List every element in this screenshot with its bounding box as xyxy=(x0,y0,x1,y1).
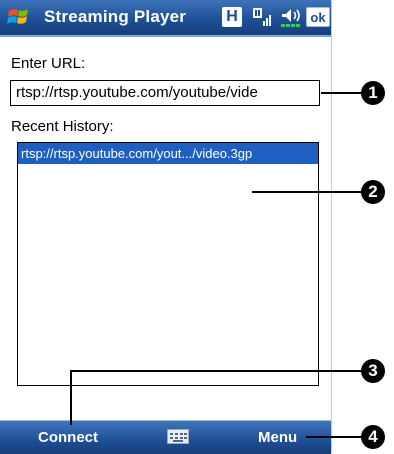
ok-button[interactable]: ok xyxy=(306,7,330,27)
callout-badge-4: 4 xyxy=(361,425,385,449)
callout-badge-1: 1 xyxy=(361,81,385,105)
history-item[interactable]: rtsp://rtsp.youtube.com/yout.../video.3g… xyxy=(18,143,318,164)
history-label: Recent History: xyxy=(11,118,114,135)
h-connection-icon[interactable]: H xyxy=(222,7,242,27)
volume-icon[interactable] xyxy=(280,7,304,27)
callout-line-1 xyxy=(321,92,361,94)
menu-softkey[interactable]: Menu xyxy=(258,429,297,446)
callout-line-3-vertical xyxy=(70,370,72,425)
app-title: Streaming Player xyxy=(44,7,187,26)
callout-line-2 xyxy=(252,191,361,193)
connect-softkey[interactable]: Connect xyxy=(38,429,98,446)
title-bar: Streaming Player H ok xyxy=(0,0,331,37)
start-menu-icon[interactable] xyxy=(7,5,31,29)
signal-strength-icon[interactable] xyxy=(252,7,274,27)
callout-badge-3: 3 xyxy=(361,359,385,383)
url-label: Enter URL: xyxy=(11,55,86,72)
callout-line-3 xyxy=(70,370,361,372)
recent-history-list[interactable]: rtsp://rtsp.youtube.com/yout.../video.3g… xyxy=(17,142,319,386)
menu-bar: Connect Menu xyxy=(0,420,331,454)
device-screen: Streaming Player H ok Enter URL: rtsp://… xyxy=(0,0,332,454)
keyboard-icon[interactable] xyxy=(167,429,189,444)
callout-line-4 xyxy=(306,436,361,438)
callout-badge-2: 2 xyxy=(361,180,385,204)
url-input[interactable]: rtsp://rtsp.youtube.com/youtube/vide xyxy=(10,80,320,106)
